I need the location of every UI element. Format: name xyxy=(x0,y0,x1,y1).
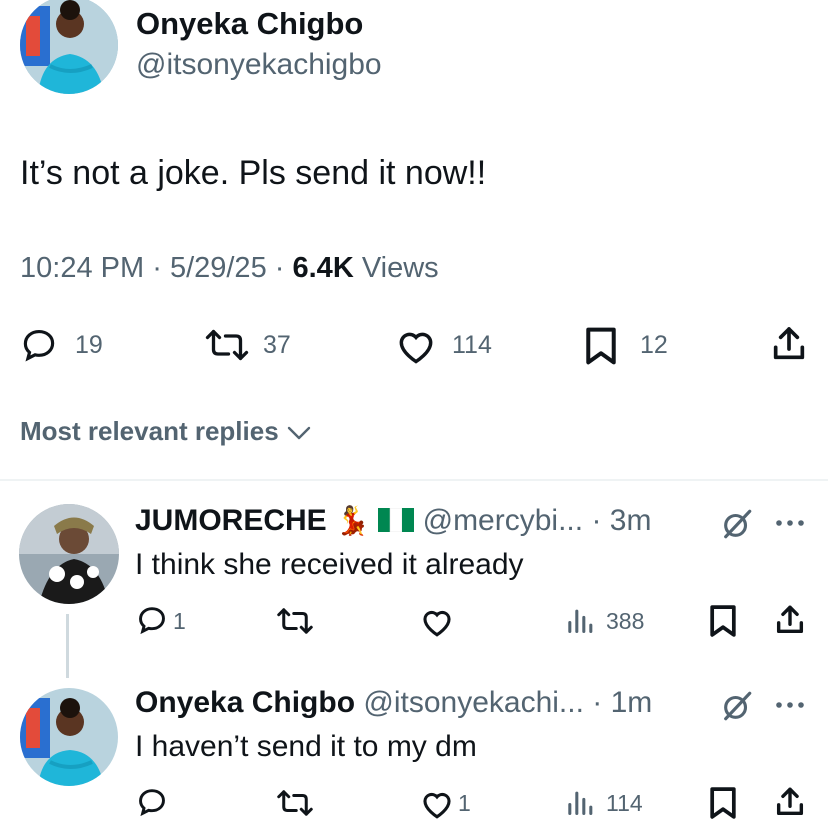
like-count: 1 xyxy=(458,790,471,816)
reply-avatar[interactable] xyxy=(19,504,119,604)
dancer-emoji-icon: 💃 xyxy=(335,505,370,536)
reply-author-handle[interactable]: @itsonyekachi... xyxy=(363,686,584,719)
views-label: Views xyxy=(361,252,439,284)
bookmark-count: 12 xyxy=(640,331,668,359)
share-icon[interactable] xyxy=(774,785,806,819)
more-icon[interactable] xyxy=(774,518,806,528)
reply-count: 19 xyxy=(75,331,103,359)
reply-author-handle[interactable]: @mercybi... xyxy=(423,504,583,537)
author-handle[interactable]: @itsonyekachigbo xyxy=(136,48,382,82)
views-icon[interactable] xyxy=(565,788,595,816)
more-icon[interactable] xyxy=(774,700,806,710)
views-count: 6.4K xyxy=(292,252,354,284)
meta-separator: · xyxy=(274,252,285,284)
views-count: 388 xyxy=(606,608,645,634)
bookmark-icon[interactable] xyxy=(584,326,618,366)
reply-icon[interactable] xyxy=(136,786,168,818)
reply-icon[interactable] xyxy=(20,326,58,364)
tweet-time[interactable]: 10:24 PM xyxy=(20,252,144,284)
grok-icon[interactable] xyxy=(719,689,755,723)
tweet-text: It’s not a joke. Pls send it now!! xyxy=(20,154,487,192)
chevron-down-icon xyxy=(286,424,312,442)
views-icon[interactable] xyxy=(565,606,595,634)
author-name[interactable]: Onyeka Chigbo xyxy=(136,6,363,42)
meta-separator: · xyxy=(152,252,162,284)
repost-icon[interactable] xyxy=(203,328,251,362)
repost-count: 37 xyxy=(263,331,291,359)
tweet-date[interactable]: 5/29/25 xyxy=(170,252,267,284)
share-icon[interactable] xyxy=(770,324,808,364)
bookmark-icon[interactable] xyxy=(709,786,737,820)
divider xyxy=(0,479,828,481)
replies-sort-button[interactable]: Most relevant replies xyxy=(20,416,312,447)
share-icon[interactable] xyxy=(774,603,806,637)
reply-icon[interactable] xyxy=(136,604,168,636)
reply-header: Onyeka Chigbo @itsonyekachi... · 1m xyxy=(135,686,652,720)
thread-line xyxy=(66,614,69,678)
reply-avatar[interactable] xyxy=(20,688,118,786)
like-icon[interactable] xyxy=(420,606,454,638)
tweet-meta: 10:24 PM · 5/29/25 · 6.4K Views xyxy=(20,252,439,285)
repost-icon[interactable] xyxy=(275,789,315,817)
grok-icon[interactable] xyxy=(719,507,755,541)
views-count: 114 xyxy=(606,790,643,816)
like-icon[interactable] xyxy=(395,327,437,365)
like-count: 114 xyxy=(452,331,492,359)
like-icon[interactable] xyxy=(420,788,454,820)
reply-text: I haven’t send it to my dm xyxy=(135,730,477,763)
flag-nigeria-icon xyxy=(378,508,415,532)
reply-count: 1 xyxy=(173,608,186,634)
reply-time[interactable]: · 3m xyxy=(591,504,651,537)
replies-sort-label: Most relevant replies xyxy=(20,416,279,446)
reply-header: JUMORECHE 💃 @mercybi... · 3m xyxy=(135,504,651,538)
reply-author-name[interactable]: Onyeka Chigbo xyxy=(135,686,355,719)
repost-icon[interactable] xyxy=(275,607,315,635)
bookmark-icon[interactable] xyxy=(709,604,737,638)
reply-time[interactable]: · 1m xyxy=(592,686,652,719)
reply-author-name[interactable]: JUMORECHE xyxy=(135,504,327,537)
reply-text: I think she received it already xyxy=(135,548,524,581)
author-avatar[interactable] xyxy=(20,0,118,94)
